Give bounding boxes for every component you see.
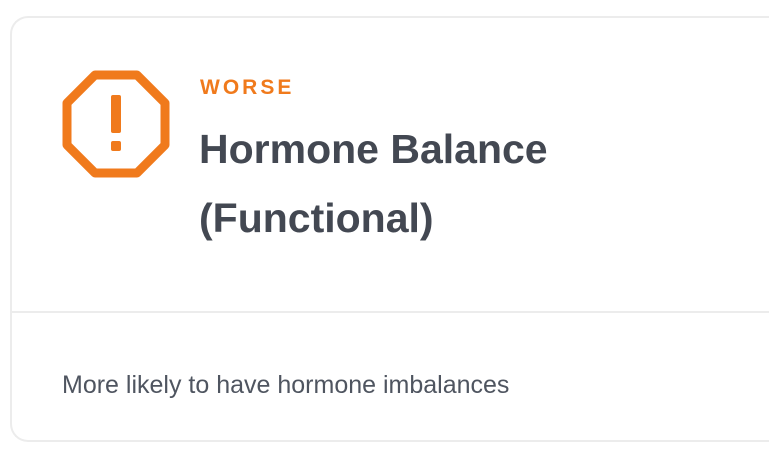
status-label: WORSE — [200, 76, 295, 99]
warning-octagon-icon — [62, 70, 170, 178]
card-description: More likely to have hormone imbalances — [62, 371, 510, 399]
card-title: Hormone Balance (Functional) — [199, 126, 548, 241]
result-card: WORSE Hormone Balance (Functional) More … — [10, 16, 769, 442]
card-header: WORSE Hormone Balance (Functional) — [12, 18, 769, 313]
